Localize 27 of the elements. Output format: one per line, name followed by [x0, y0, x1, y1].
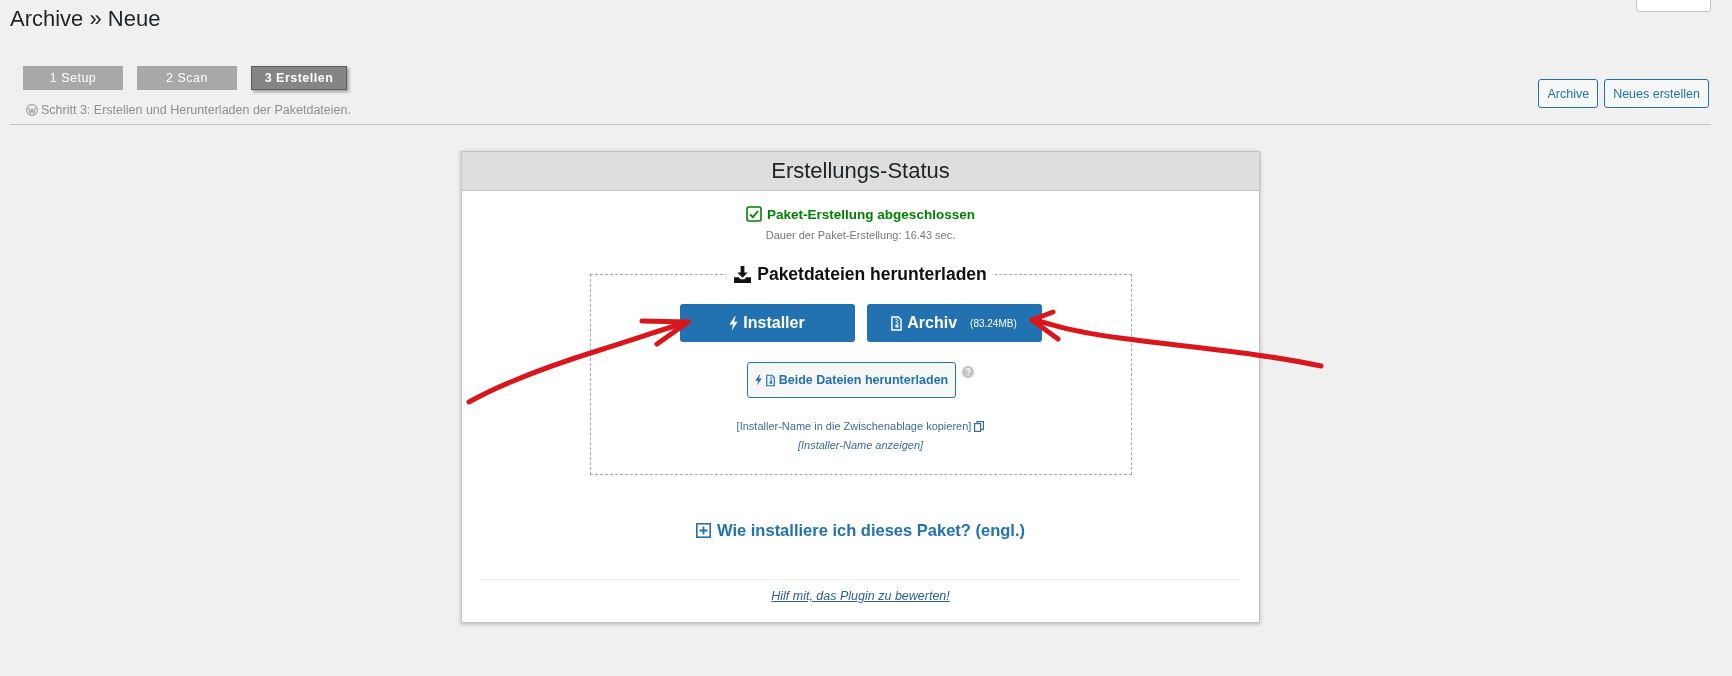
circle-logo-icon: [26, 104, 38, 116]
zip-file-icon: [891, 315, 903, 331]
duration-text: Dauer der Paket-Erstellung: 16.43 sec.: [765, 228, 956, 243]
header-button[interactable]: Archive: [1538, 79, 1599, 108]
zip-file-icon: [765, 373, 775, 387]
checkbox-tick-icon: [746, 206, 763, 222]
step-indicator: 3 Erstellen: [251, 66, 347, 90]
copy-icon[interactable]: [974, 420, 985, 432]
page-title: Archive » Neue: [10, 5, 161, 33]
copy-name-link[interactable]: [Installer-Name in die Zwischenablage kopieren]: [736, 418, 972, 434]
lightning-bolt-icon: [754, 374, 762, 386]
download-heading: Paketdateien herunterladen: [757, 263, 987, 286]
download-icon: [734, 265, 752, 283]
show-name-link[interactable]: [Installer-Name anzeigen]: [797, 437, 924, 453]
header-button[interactable]: Neues erstellen: [1604, 79, 1709, 108]
card-title: Erstellungs-Status: [462, 152, 1259, 191]
archive-download-button[interactable]: Archiv (83.24MB): [866, 304, 1042, 342]
plus-square-icon[interactable]: [696, 522, 711, 538]
lightning-bolt-icon: [729, 315, 739, 331]
step-description: Schritt 3: Erstellen und Herunterladen der Paketdateien.: [41, 102, 351, 118]
step-indicator: 2 Scan: [137, 66, 237, 90]
rate-plugin-link[interactable]: Hilf mit, das Plugin zu bewerten!: [771, 588, 950, 604]
installer-download-button[interactable]: Installer: [679, 304, 855, 342]
install-help-link[interactable]: Wie installiere ich dieses Paket? (engl.): [717, 520, 1025, 540]
step-indicator: 1 Setup: [23, 66, 123, 90]
download-both-button[interactable]: Beide Dateien herunterladen: [746, 362, 957, 398]
status-message: Paket-Erstellung abgeschlossen: [767, 206, 975, 222]
